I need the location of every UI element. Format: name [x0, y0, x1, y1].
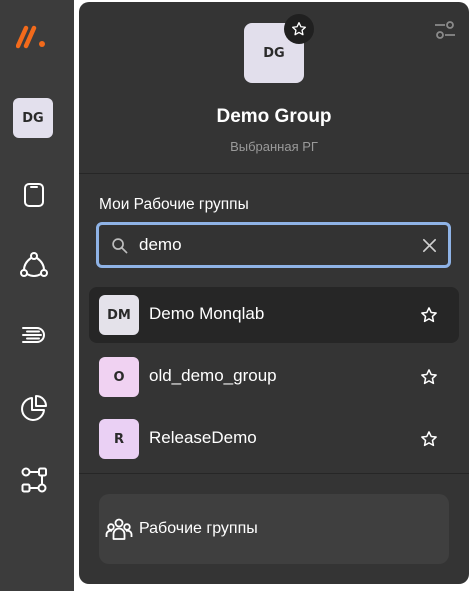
stream-icon[interactable] [19, 320, 49, 350]
group-name: old_demo_group [149, 366, 277, 385]
group-name: Demo Monqlab [149, 304, 265, 323]
divider [79, 173, 469, 174]
search-icon [111, 237, 128, 254]
workflow-icon[interactable] [19, 465, 49, 495]
group-row-demo-monqlab[interactable]: DM Demo Monqlab [89, 287, 459, 343]
group-avatar: DM [99, 295, 139, 335]
clear-search-icon[interactable] [421, 237, 438, 254]
side-rail: DG [0, 0, 74, 591]
workgroups-button-label: Рабочие группы [139, 520, 258, 537]
search-field[interactable] [96, 222, 451, 268]
group-avatar: R [99, 419, 139, 459]
group-row-releasedemo[interactable]: R ReleaseDemo [89, 411, 459, 467]
star-icon[interactable] [420, 306, 438, 324]
star-icon[interactable] [420, 430, 438, 448]
divider [79, 473, 469, 474]
group-name: ReleaseDemo [149, 428, 257, 447]
section-title: Мои Рабочие группы [99, 196, 249, 213]
tablet-icon[interactable] [19, 180, 49, 210]
star-icon[interactable] [420, 368, 438, 386]
workgroup-panel: DG Demo Group Выбранная РГ Мои Рабочие г… [79, 2, 469, 584]
brand-logo-icon[interactable] [15, 22, 50, 50]
network-icon[interactable] [19, 250, 49, 280]
pie-chart-icon[interactable] [19, 393, 49, 423]
group-avatar: O [99, 357, 139, 397]
user-avatar-button[interactable]: DG [13, 98, 53, 138]
group-row-old-demo-group[interactable]: O old_demo_group [89, 349, 459, 405]
users-group-icon [105, 516, 133, 544]
selected-group-subtitle: Выбранная РГ [230, 139, 318, 154]
sliders-icon[interactable] [433, 18, 457, 42]
selected-group-title: Demo Group [216, 106, 332, 127]
favorite-star-icon[interactable] [284, 14, 314, 44]
workgroups-button[interactable]: Рабочие группы [99, 494, 449, 564]
search-input[interactable] [139, 232, 409, 258]
